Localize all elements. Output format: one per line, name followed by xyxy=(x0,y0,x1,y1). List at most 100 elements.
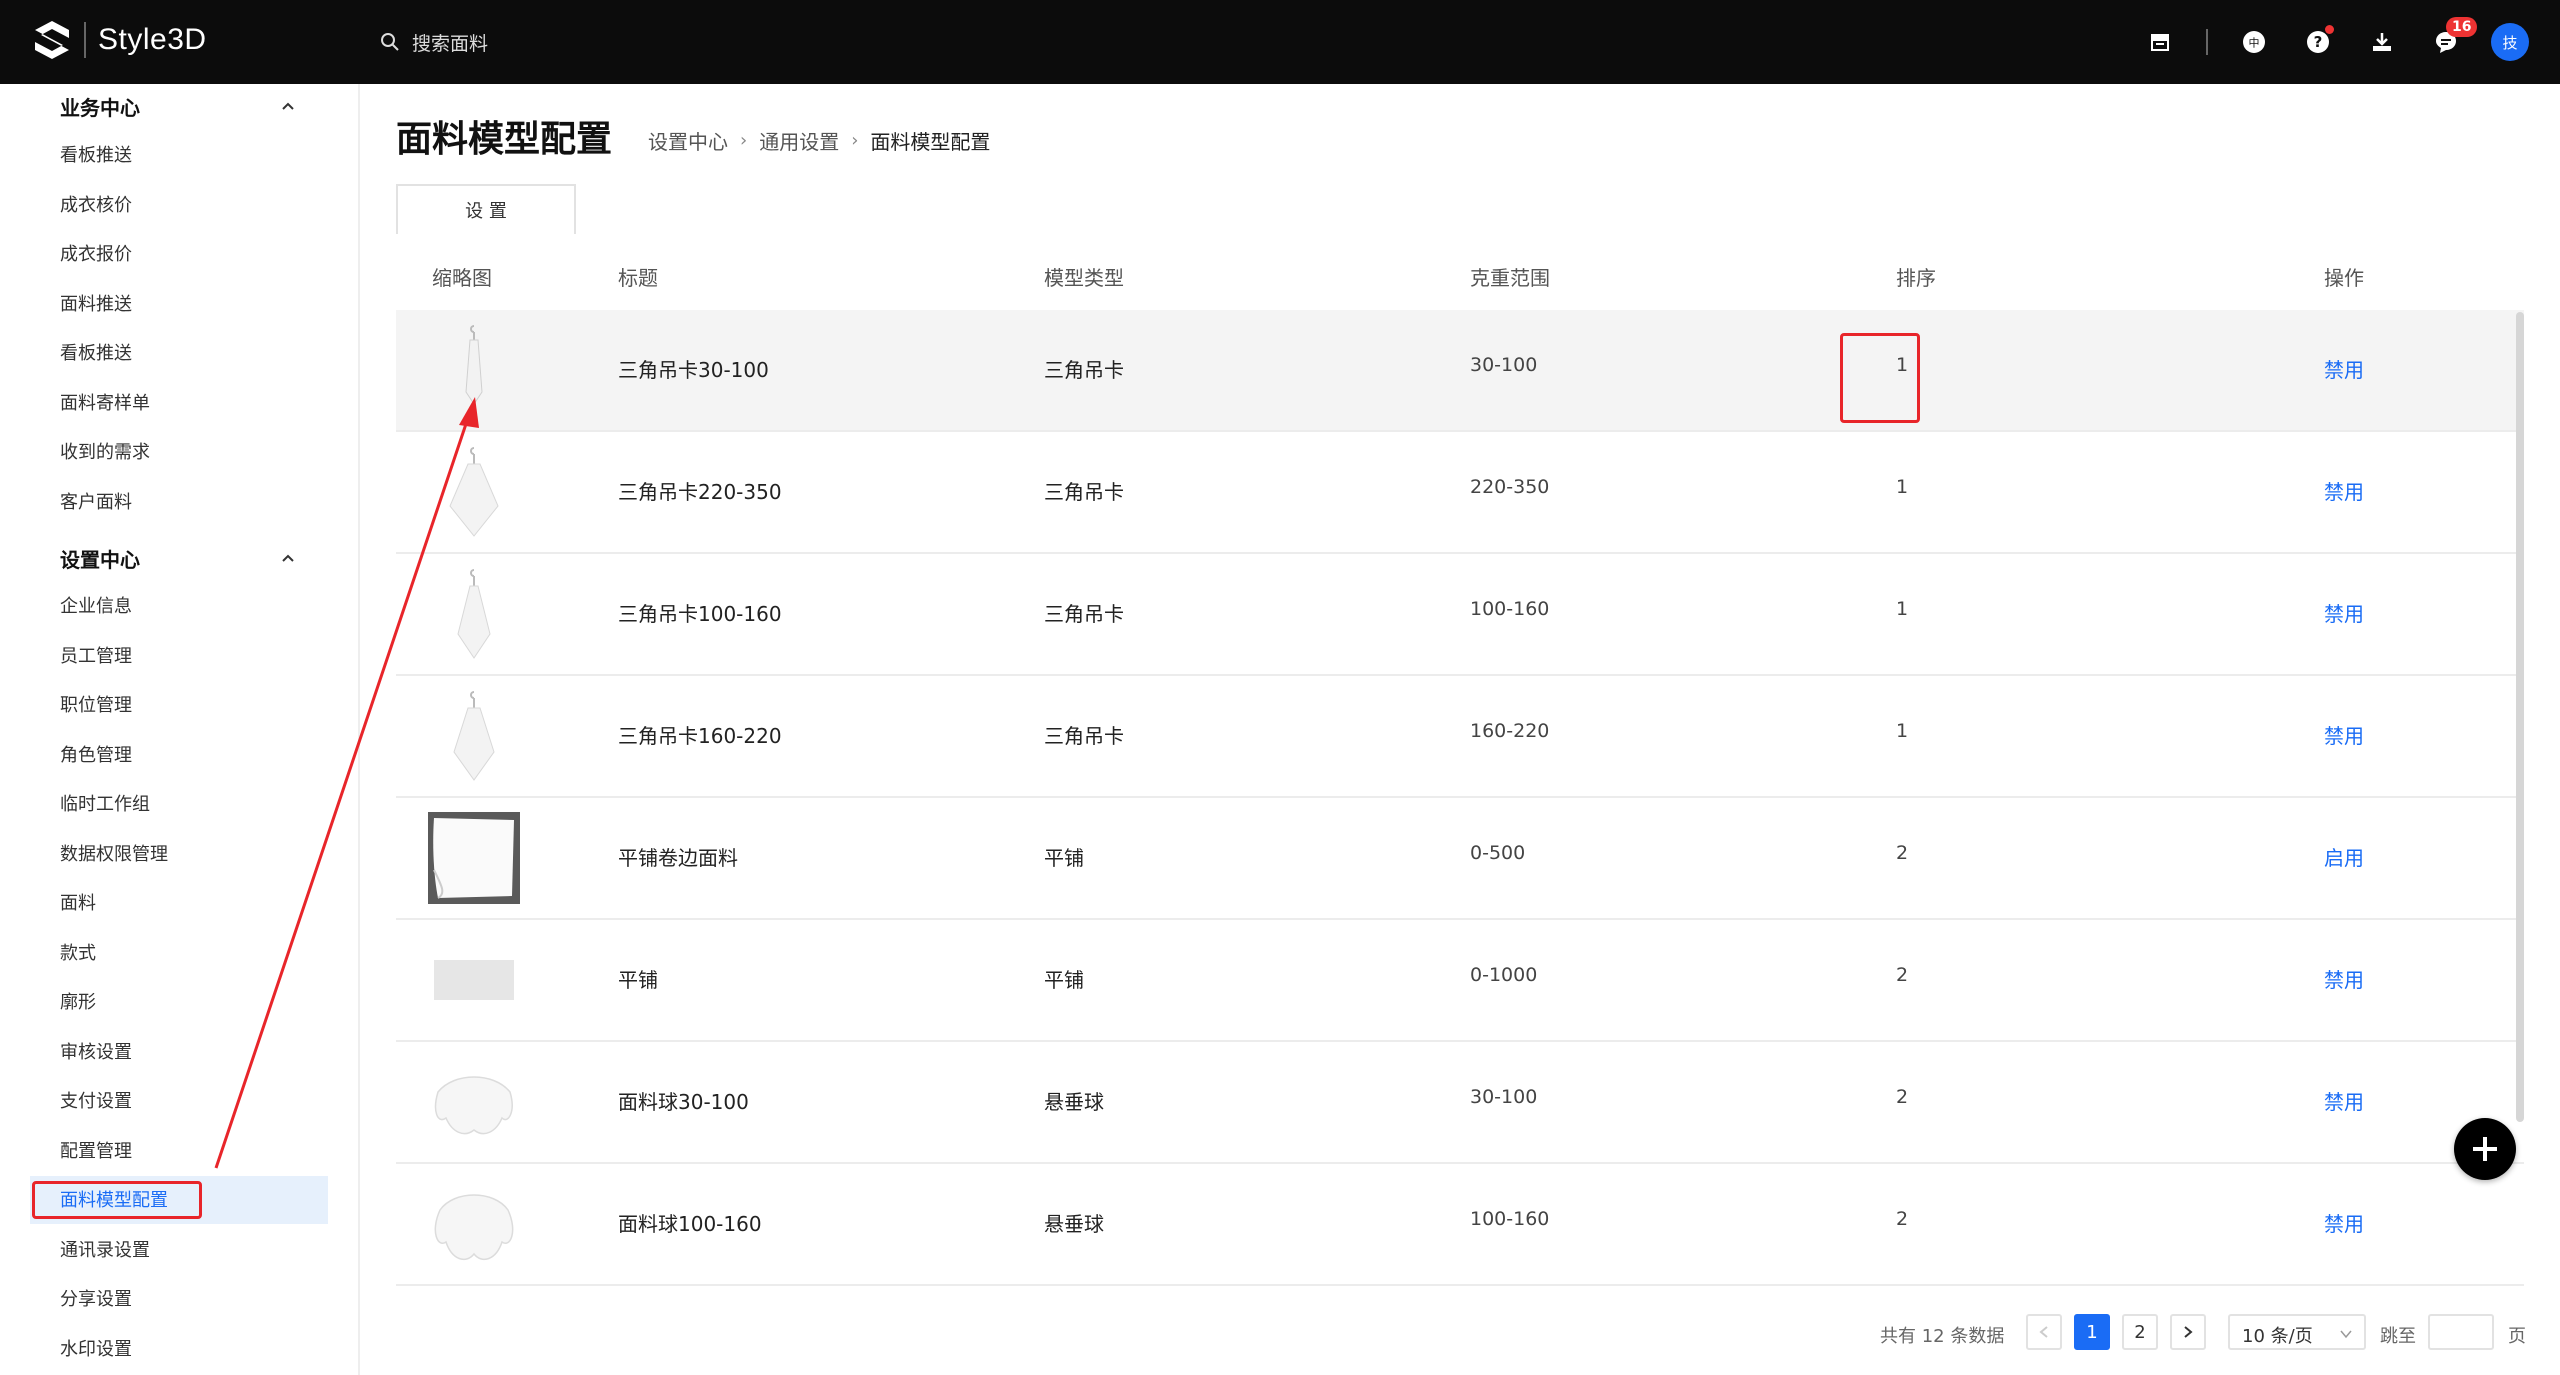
annotation-highlight-action xyxy=(1840,333,1920,423)
row-title: 三角吊卡220-350 xyxy=(618,480,782,504)
table-row[interactable]: 平铺卷边面料 平铺 0-500 2 启用 xyxy=(396,798,2524,920)
search-bar[interactable]: 搜索面料 xyxy=(380,24,488,60)
row-model-type: 平铺 xyxy=(1044,846,1084,870)
sidebar-item-positions[interactable]: 职位管理 xyxy=(60,691,132,717)
sidebar-item-review-settings[interactable]: 审核设置 xyxy=(60,1038,132,1064)
sidebar-item-data-permissions[interactable]: 数据权限管理 xyxy=(60,840,168,866)
table-row[interactable]: 平铺 平铺 0-1000 2 禁用 xyxy=(396,920,2524,1042)
svg-text:中: 中 xyxy=(2249,37,2260,50)
svg-text:?: ? xyxy=(2314,33,2323,51)
page-1-button[interactable]: 1 xyxy=(2074,1314,2110,1350)
row-order: 1 xyxy=(1896,598,1909,620)
prev-page-button[interactable] xyxy=(2026,1314,2062,1350)
next-page-button[interactable] xyxy=(2170,1314,2206,1350)
row-weight-range: 100-160 xyxy=(1470,598,1550,620)
sidebar-item-customer-fabric[interactable]: 客户面料 xyxy=(60,488,132,514)
row-weight-range: 30-100 xyxy=(1470,354,1538,376)
add-button[interactable] xyxy=(2454,1118,2516,1180)
row-title: 平铺卷边面料 xyxy=(618,846,738,870)
row-weight-range: 0-1000 xyxy=(1470,964,1538,986)
tab-settings[interactable]: 设 置 xyxy=(396,184,576,234)
page-size-select[interactable]: 10 条/页 xyxy=(2228,1314,2366,1350)
sidebar-item-watermark-settings[interactable]: 水印设置 xyxy=(60,1335,132,1361)
sidebar-item-board-push-2[interactable]: 看板推送 xyxy=(60,339,132,365)
download-icon xyxy=(2373,33,2391,51)
sidebar-item-roles[interactable]: 角色管理 xyxy=(60,741,132,767)
enable-button[interactable]: 启用 xyxy=(2324,842,2364,871)
disable-button[interactable]: 禁用 xyxy=(2324,964,2364,993)
disable-button[interactable]: 禁用 xyxy=(2324,1086,2364,1115)
app-name: Style3D xyxy=(98,23,207,56)
sidebar-item-fabric[interactable]: 面料 xyxy=(60,889,96,915)
table-header: 缩略图 标题 模型类型 克重范围 排序 操作 xyxy=(396,248,2524,308)
hanger-card-thumbnail xyxy=(449,447,499,537)
row-order: 2 xyxy=(1896,964,1909,986)
chevron-left-icon xyxy=(2039,1326,2048,1338)
page-size-value: 10 条/页 xyxy=(2242,1326,2313,1347)
sidebar-item-received-requests[interactable]: 收到的需求 xyxy=(60,438,150,464)
row-title: 三角吊卡30-100 xyxy=(618,358,769,382)
search-icon xyxy=(381,33,399,51)
table-row[interactable]: 三角吊卡30-100 三角吊卡 30-100 1 禁用 xyxy=(396,310,2524,432)
table-row[interactable]: 三角吊卡220-350 三角吊卡 220-350 1 禁用 xyxy=(396,432,2524,554)
column-header-thumbnail: 缩略图 xyxy=(432,266,492,290)
pagination: 共有 12 条数据 1 2 10 条/页 跳至 页 xyxy=(1880,1314,2540,1352)
download-button[interactable] xyxy=(2362,22,2402,62)
sidebar-item-styles[interactable]: 款式 xyxy=(60,939,96,965)
help-button[interactable]: ? xyxy=(2298,22,2338,62)
sidebar-item-payment-settings[interactable]: 支付设置 xyxy=(60,1087,132,1113)
sidebar-item-fabric-push[interactable]: 面料推送 xyxy=(60,290,132,316)
chevron-right-icon xyxy=(2184,1326,2193,1338)
jump-page-input[interactable] xyxy=(2428,1314,2494,1350)
search-input[interactable]: 搜索面料 xyxy=(412,29,488,56)
row-model-type: 悬垂球 xyxy=(1044,1090,1104,1114)
sidebar-item-board-push[interactable]: 看板推送 xyxy=(60,141,132,167)
disable-button[interactable]: 禁用 xyxy=(2324,598,2364,627)
page-2-button[interactable]: 2 xyxy=(2122,1314,2158,1350)
sidebar-item-staff[interactable]: 员工管理 xyxy=(60,642,132,668)
sidebar-item-contacts-settings[interactable]: 通讯录设置 xyxy=(60,1236,150,1262)
disable-button[interactable]: 禁用 xyxy=(2324,720,2364,749)
table-row[interactable]: 三角吊卡100-160 三角吊卡 100-160 1 禁用 xyxy=(396,554,2524,676)
sidebar-item-config-management[interactable]: 配置管理 xyxy=(60,1137,132,1163)
chevron-up-icon[interactable] xyxy=(280,550,296,566)
sidebar-group-settings[interactable]: 设置中心 xyxy=(60,544,140,573)
row-weight-range: 220-350 xyxy=(1470,476,1550,498)
language-button[interactable]: 中 xyxy=(2234,22,2274,62)
store-button[interactable] xyxy=(2140,22,2180,62)
table-row[interactable]: 面料球100-160 悬垂球 100-160 2 禁用 xyxy=(396,1164,2524,1286)
breadcrumb-general-settings[interactable]: 通用设置 xyxy=(759,126,839,155)
sidebar-item-garment-costing[interactable]: 成衣核价 xyxy=(60,191,132,217)
sidebar-item-company-info[interactable]: 企业信息 xyxy=(60,592,132,618)
table-row[interactable]: 面料球30-100 悬垂球 30-100 2 禁用 xyxy=(396,1042,2524,1164)
table-row[interactable]: 三角吊卡160-220 三角吊卡 160-220 1 禁用 xyxy=(396,676,2524,798)
hanger-card-thumbnail xyxy=(453,691,495,781)
sidebar-item-silhouette[interactable]: 廓形 xyxy=(60,988,96,1014)
row-title: 面料球30-100 xyxy=(618,1090,749,1114)
messages-button[interactable]: 16 xyxy=(2426,17,2478,62)
sidebar-item-share-settings[interactable]: 分享设置 xyxy=(60,1285,132,1311)
row-title: 平铺 xyxy=(618,968,658,992)
row-weight-range: 160-220 xyxy=(1470,720,1550,742)
disable-button[interactable]: 禁用 xyxy=(2324,1208,2364,1237)
sidebar-item-temp-groups[interactable]: 临时工作组 xyxy=(60,790,150,816)
user-menu[interactable]: 技 xyxy=(2490,22,2530,62)
sidebar-item-fabric-sample-order[interactable]: 面料寄样单 xyxy=(60,389,150,415)
sidebar-group-business[interactable]: 业务中心 xyxy=(60,92,140,121)
sidebar-item-garment-quote[interactable]: 成衣报价 xyxy=(60,240,132,266)
disable-button[interactable]: 禁用 xyxy=(2324,476,2364,505)
row-order: 2 xyxy=(1896,1086,1909,1108)
plus-icon xyxy=(2473,1137,2497,1161)
column-header-order: 排序 xyxy=(1896,266,1936,290)
column-header-model-type: 模型类型 xyxy=(1044,266,1124,290)
jump-label: 跳至 xyxy=(2380,1326,2416,1347)
table-scrollbar[interactable] xyxy=(2516,312,2524,1122)
chevron-down-icon xyxy=(2340,1330,2352,1339)
column-header-actions: 操作 xyxy=(2324,266,2364,290)
chevron-up-icon[interactable] xyxy=(280,98,296,114)
app-logo[interactable]: Style3D xyxy=(30,18,207,62)
language-icon: 中 xyxy=(2243,31,2265,53)
breadcrumb-settings-center[interactable]: 设置中心 xyxy=(648,126,728,155)
breadcrumb-separator-icon: › xyxy=(851,130,859,151)
disable-button[interactable]: 禁用 xyxy=(2324,354,2364,383)
